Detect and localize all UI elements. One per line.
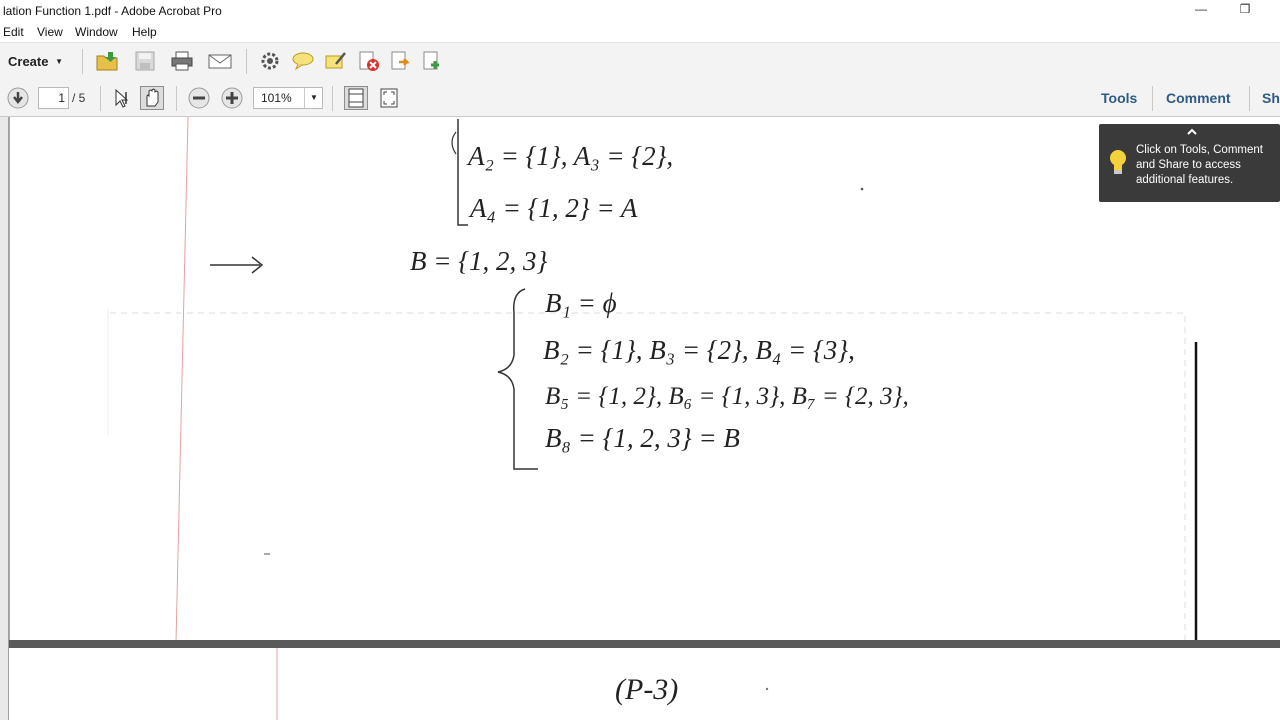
tooltip-text: Click on Tools, Comment and Share to acc… bbox=[1136, 144, 1263, 186]
note-line-b2-b4: B₂ = {1}, B₃ = {2}, B₄ = {3}, bbox=[543, 335, 855, 365]
sign-icon[interactable] bbox=[324, 50, 348, 72]
toolbar-divider bbox=[1152, 86, 1153, 111]
arrow-icon bbox=[210, 256, 264, 274]
menu-window[interactable]: Window bbox=[75, 25, 118, 39]
window-title: lation Function 1.pdf - Adobe Acrobat Pr… bbox=[3, 4, 222, 18]
chevron-up-icon[interactable] bbox=[1186, 127, 1198, 136]
page-label: (P-3) bbox=[615, 673, 678, 706]
title-bar: lation Function 1.pdf - Adobe Acrobat Pr… bbox=[0, 0, 1280, 22]
note-line-b8: B₈ = {1, 2, 3} = B bbox=[545, 423, 740, 453]
print-icon[interactable] bbox=[170, 50, 194, 72]
zoom-value: 101% bbox=[261, 91, 292, 105]
full-screen-icon[interactable] bbox=[377, 86, 401, 110]
toolbar-divider bbox=[246, 49, 247, 74]
share-icon[interactable] bbox=[421, 50, 445, 72]
chevron-down-icon: ▼ bbox=[55, 57, 64, 66]
toolbar-divider bbox=[100, 86, 101, 111]
next-page-icon[interactable] bbox=[6, 86, 30, 110]
toolbar-divider bbox=[1249, 86, 1250, 111]
note-line-b-set: B = {1, 2, 3} bbox=[410, 246, 548, 276]
restore-button[interactable]: ❐ bbox=[1230, 2, 1260, 20]
comment-icon[interactable] bbox=[291, 50, 315, 72]
page-total: / 5 bbox=[72, 91, 86, 105]
tools-panel-link[interactable]: Tools bbox=[1101, 90, 1137, 106]
minimize-button[interactable]: — bbox=[1186, 2, 1216, 20]
toolbar-divider bbox=[82, 49, 83, 74]
menu-edit[interactable]: Edit bbox=[3, 25, 24, 39]
lightbulb-icon bbox=[1110, 150, 1126, 174]
zoom-out-icon[interactable] bbox=[187, 86, 211, 110]
open-folder-icon[interactable] bbox=[95, 50, 119, 72]
zoom-in-icon[interactable] bbox=[220, 86, 244, 110]
note-line-a2-a3: A₂ = {1}, A₃ = {2}, bbox=[466, 141, 673, 171]
note-line-b1: B₁ = ϕ bbox=[545, 288, 617, 318]
menu-bar: Edit View Window Help bbox=[0, 22, 1280, 43]
toolbar-divider bbox=[176, 86, 177, 111]
note-line-b5-b7: B₅ = {1, 2}, B₆ = {1, 3}, B₇ = {2, 3}, bbox=[545, 383, 909, 410]
main-toolbar: Create ▼ bbox=[0, 43, 1280, 81]
document-view[interactable]: A₂ = {1}, A₃ = {2}, A₄ = {1, 2} = A B = … bbox=[0, 117, 1280, 720]
save-icon[interactable] bbox=[133, 50, 157, 72]
select-cursor-icon[interactable] bbox=[110, 86, 134, 110]
share-panel-link[interactable]: Sh bbox=[1262, 90, 1280, 106]
create-button[interactable]: Create ▼ bbox=[8, 54, 63, 69]
page-number-input[interactable]: 1 bbox=[38, 87, 69, 109]
create-label: Create bbox=[8, 54, 49, 69]
menu-view[interactable]: View bbox=[37, 25, 63, 39]
email-icon[interactable] bbox=[208, 50, 232, 72]
chevron-down-icon[interactable]: ▼ bbox=[304, 88, 323, 108]
toolbar-divider bbox=[332, 86, 333, 111]
page-navigation-bar: 1 / 5 101% ▼ Tools Comment Sh bbox=[0, 80, 1280, 117]
pdf-page: A₂ = {1}, A₃ = {2}, A₄ = {1, 2} = A B = … bbox=[0, 117, 1280, 720]
zoom-select[interactable]: 101% ▼ bbox=[253, 87, 323, 109]
feature-tooltip[interactable]: Click on Tools, Comment and Share to acc… bbox=[1099, 124, 1280, 202]
gear-icon[interactable] bbox=[258, 50, 282, 72]
comment-panel-link[interactable]: Comment bbox=[1166, 90, 1231, 106]
export-icon[interactable] bbox=[389, 50, 413, 72]
menu-help[interactable]: Help bbox=[132, 25, 157, 39]
note-line-a4: A₄ = {1, 2} = A bbox=[468, 193, 638, 223]
delete-icon[interactable] bbox=[357, 50, 381, 72]
fit-page-icon[interactable] bbox=[344, 86, 368, 110]
hand-tool-icon[interactable] bbox=[140, 86, 164, 110]
